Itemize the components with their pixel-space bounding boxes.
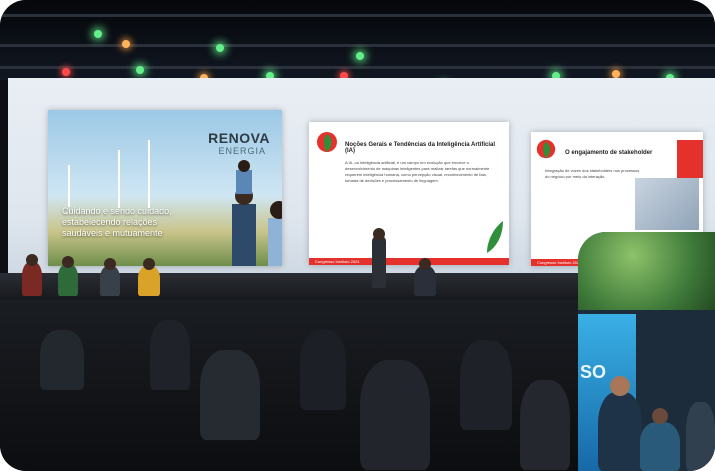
leaf-decoration-icon <box>487 221 503 253</box>
slide-footer-text: Congresso Instituto 2024 <box>537 260 582 265</box>
stage-light <box>122 40 130 48</box>
speaker-at-center <box>372 236 386 288</box>
stage-light <box>136 66 144 74</box>
audience-member <box>150 320 190 390</box>
truss-beam <box>0 66 715 69</box>
audience-member <box>300 330 346 410</box>
handshake-image <box>635 178 699 230</box>
panelist <box>138 266 160 296</box>
booth-sign-text: SO <box>580 362 607 382</box>
exhibition-booth: SO <box>578 232 715 471</box>
attendee <box>640 422 680 471</box>
slide-footer-text: Congresso Instituto 2024 <box>315 259 360 264</box>
audience-member <box>40 330 84 390</box>
institute-logo-icon <box>317 132 337 152</box>
panelist-head <box>419 258 431 270</box>
lighting-rig <box>0 0 715 100</box>
institute-logo-icon <box>536 139 556 159</box>
wind-turbine-icon <box>68 165 70 207</box>
attendee-head <box>652 408 668 424</box>
wind-turbine-icon <box>118 150 120 208</box>
panelist <box>22 262 42 296</box>
stage-light <box>612 70 620 78</box>
stage-light <box>356 52 364 60</box>
truss-beam <box>0 14 715 17</box>
slide-title: Noções Gerais e Tendências da Inteligênc… <box>345 142 496 154</box>
stage-light <box>94 30 102 38</box>
slide-footer: Congresso Instituto 2024 <box>309 258 509 265</box>
slide-center: Noções Gerais e Tendências da Inteligênc… <box>309 122 509 265</box>
brand-subtitle: ENERGIA <box>218 146 266 156</box>
truss-beam <box>0 44 715 47</box>
attendee-head <box>610 376 630 396</box>
audience-member <box>360 360 430 470</box>
stage-light <box>216 44 224 52</box>
panelist-head <box>143 258 155 270</box>
panelist <box>100 266 120 296</box>
palm-plants <box>578 232 715 310</box>
panelist-head <box>104 258 116 270</box>
attendee <box>686 402 715 471</box>
brand-logo: RENOVA <box>208 130 270 146</box>
slide-left: RENOVA ENERGIA Cuidando e sendo cuidado,… <box>48 110 282 266</box>
panelist <box>58 264 78 296</box>
slide-title: O engajamento de stakeholder <box>565 150 653 156</box>
panelist-head <box>62 256 74 268</box>
stage-light <box>62 68 70 76</box>
slide-body: Integração de vozes dos stakeholders nos… <box>545 168 640 179</box>
slide-body: A IA, ou inteligência artificial, é um c… <box>345 160 490 183</box>
wind-turbine-icon <box>148 140 150 208</box>
panelist-head <box>26 254 38 266</box>
audience-member <box>200 350 260 440</box>
audience-member <box>520 380 570 470</box>
family-illustration <box>232 160 282 266</box>
panelist <box>414 266 436 296</box>
speaker-head <box>373 228 385 240</box>
audience-member <box>460 340 512 430</box>
red-accent-bar <box>677 140 703 178</box>
attendee <box>598 392 642 471</box>
conference-photo: RENOVA ENERGIA Cuidando e sendo cuidado,… <box>0 0 715 471</box>
slide-caption: Cuidando e sendo cuidado, estabelecendo … <box>62 206 172 238</box>
